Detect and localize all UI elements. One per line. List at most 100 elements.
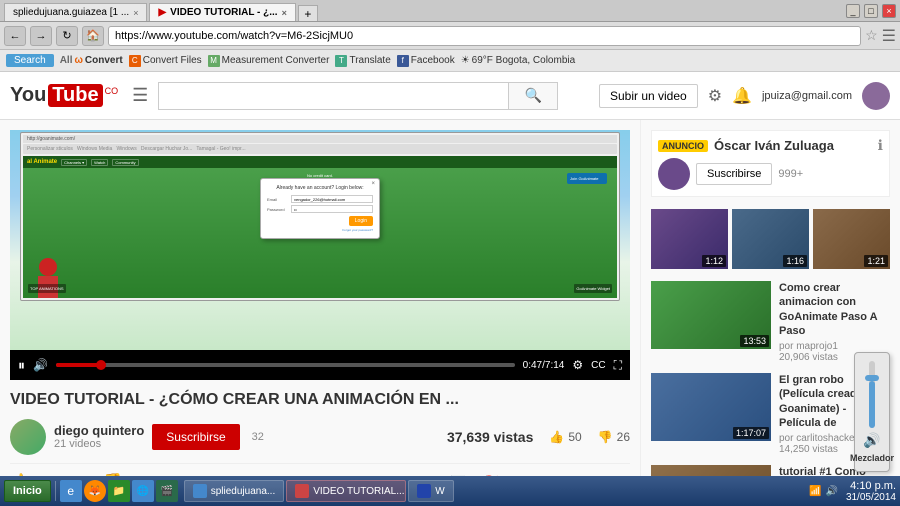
yt-search-button[interactable]: 🔍 xyxy=(508,82,558,110)
actions-row: 👍 Me gusta 👎 | Acerca del video Comparti… xyxy=(10,463,630,476)
channel-name[interactable]: diego quintero xyxy=(54,423,144,438)
channel-avatar[interactable] xyxy=(10,419,46,455)
close-button[interactable]: × xyxy=(882,4,896,18)
forward-icon: → xyxy=(36,30,47,42)
modal-email-input[interactable] xyxy=(291,195,373,203)
yt-menu-icon[interactable]: ☰ xyxy=(132,85,148,106)
bookmark-translate[interactable]: T Translate xyxy=(335,55,390,67)
in-video-tabs: http://goanimate.com/ xyxy=(23,135,617,143)
menu-icon[interactable]: ☰ xyxy=(882,26,896,46)
volume-fill xyxy=(869,381,875,428)
ad-badge: ANUNCIO xyxy=(658,140,708,152)
volume-handle[interactable] xyxy=(865,375,879,381)
ad-thumb-1[interactable]: 1:12 xyxy=(651,209,728,269)
tab-1-close[interactable]: × xyxy=(133,8,138,18)
like-button[interactable]: 👍 50 xyxy=(549,430,581,444)
video-settings-icon[interactable]: ⚙ xyxy=(572,358,583,372)
sound-icon[interactable]: 🔊 xyxy=(825,486,837,497)
modal-login-button[interactable]: Login xyxy=(349,216,373,226)
video-player[interactable]: http://goanimate.com/ Personalizar sticu… xyxy=(10,130,630,380)
modal-password-field: Password xyxy=(267,205,373,213)
ga-top-animations: TOP ANIMATIONS xyxy=(28,284,66,293)
subtitle-button[interactable]: CC xyxy=(591,360,605,371)
folder-icon[interactable]: 📁 xyxy=(108,480,130,502)
subscribe-button[interactable]: Suscribirse xyxy=(152,424,239,450)
bookmark-measurement[interactable]: M Measurement Converter xyxy=(208,55,330,67)
forward-button[interactable]: → xyxy=(30,26,52,46)
taskbar-tab-2[interactable]: VIDEO TUTORIAL... xyxy=(286,480,406,502)
related-thumb-2: 1:17:07 xyxy=(651,373,771,441)
goanimate-content: al Animate Channels ▾ Watch Community xyxy=(23,156,617,298)
ad-subscribe-button[interactable]: Suscribirse xyxy=(696,163,772,185)
ga-nav-watch: Watch xyxy=(91,159,108,166)
media-icon[interactable]: 🎬 xyxy=(156,480,178,502)
upload-video-button[interactable]: Subir un video xyxy=(599,84,698,108)
bookmark-search[interactable]: Search xyxy=(6,54,54,67)
ad-name: Óscar Iván Zuluaga xyxy=(714,138,872,153)
ad-thumb-3-duration: 1:21 xyxy=(864,255,888,267)
bookmark-weather[interactable]: ☀ 69°F Bogota, Colombia xyxy=(461,55,575,66)
yt-logo-co: CO xyxy=(105,86,119,96)
new-tab-button[interactable]: + xyxy=(298,5,318,21)
play-pause-button[interactable]: ⏸ xyxy=(18,357,25,374)
tab-2[interactable]: ▶ VIDEO TUTORIAL - ¿... × xyxy=(149,3,295,21)
back-icon: ← xyxy=(10,30,21,42)
volume-slider[interactable] xyxy=(869,361,875,428)
bookmark-facebook[interactable]: f Facebook xyxy=(397,55,455,67)
info-icon[interactable]: ℹ xyxy=(878,137,883,154)
settings-icon[interactable]: ⚙ xyxy=(708,86,722,106)
bookmark-convert[interactable]: All ω Convert xyxy=(60,55,123,66)
measurement-icon: M xyxy=(208,55,220,67)
search-bookmark-btn[interactable]: Search xyxy=(6,54,54,67)
youtube-logo[interactable]: You Tube CO xyxy=(10,84,118,107)
window-controls: _ □ × xyxy=(846,4,896,18)
modal-forgot-link[interactable]: Forgot your password? xyxy=(267,228,373,232)
taskbar-time: 4:10 p.m. xyxy=(846,480,896,492)
progress-handle[interactable] xyxy=(96,360,106,370)
maximize-button[interactable]: □ xyxy=(864,4,878,18)
related-channel-1: por maprojo1 xyxy=(779,341,890,352)
home-icon: 🏠 xyxy=(86,29,100,42)
fullscreen-button[interactable]: ⛶ xyxy=(614,358,622,373)
modal-password-input[interactable] xyxy=(291,205,373,213)
time-display: 0:47/7:14 xyxy=(523,360,565,371)
user-avatar[interactable] xyxy=(862,82,890,110)
bookmark-star-icon[interactable]: ☆ xyxy=(865,27,878,44)
refresh-button[interactable]: ↻ xyxy=(56,26,78,46)
progress-bar[interactable] xyxy=(56,363,515,367)
dislike-button[interactable]: 👎 26 xyxy=(598,430,630,444)
home-button[interactable]: 🏠 xyxy=(82,26,104,46)
tab-1[interactable]: spliedujuana.guiazea [1 ... × xyxy=(4,3,147,21)
address-bar[interactable] xyxy=(108,26,861,46)
volume-button[interactable]: 🔊 xyxy=(33,358,48,372)
back-button[interactable]: ← xyxy=(4,26,26,46)
tab-2-close[interactable]: × xyxy=(282,8,287,18)
network-icon: 📶 xyxy=(809,486,821,497)
measurement-label: Measurement Converter xyxy=(222,55,330,66)
bookmark-convert-files[interactable]: C Convert Files xyxy=(129,55,202,67)
related-item-1[interactable]: 13:53 Como crear animacion con GoAnimate… xyxy=(651,281,890,363)
navigation-bar: ← → ↻ 🏠 ☆ ☰ xyxy=(0,22,900,50)
taskbar-tab-2-label: VIDEO TUTORIAL... xyxy=(313,486,404,497)
taskbar-tab-1[interactable]: spliedujuana... xyxy=(184,480,285,502)
user-email[interactable]: jpuiza@gmail.com xyxy=(762,90,852,102)
taskbar-word[interactable]: W xyxy=(408,480,453,502)
ad-thumb-2[interactable]: 1:16 xyxy=(732,209,809,269)
start-button[interactable]: Inicio xyxy=(4,480,51,502)
in-video-browser: http://goanimate.com/ Personalizar sticu… xyxy=(20,132,620,301)
video-meta-row: diego quintero 21 videos Suscribirse 32 … xyxy=(10,419,630,455)
firefox-icon-symbol: 🦊 xyxy=(89,486,101,497)
ie-icon[interactable]: e xyxy=(60,480,82,502)
browser2-icon[interactable]: 🌐 xyxy=(132,480,154,502)
volume-popup-label: Mezclador xyxy=(850,453,894,463)
ad-avatar[interactable] xyxy=(658,158,690,190)
yt-search-input[interactable] xyxy=(158,82,508,110)
firefox-icon[interactable]: 🦊 xyxy=(84,480,106,502)
like-count: 50 xyxy=(568,430,581,444)
folder-icon-symbol: 📁 xyxy=(113,486,125,497)
convert-files-icon: C xyxy=(129,55,141,67)
video-content: http://goanimate.com/ Personalizar sticu… xyxy=(10,130,630,380)
ad-thumb-3[interactable]: 1:21 xyxy=(813,209,890,269)
notifications-icon[interactable]: 🔔 xyxy=(732,86,752,106)
minimize-button[interactable]: _ xyxy=(846,4,860,18)
